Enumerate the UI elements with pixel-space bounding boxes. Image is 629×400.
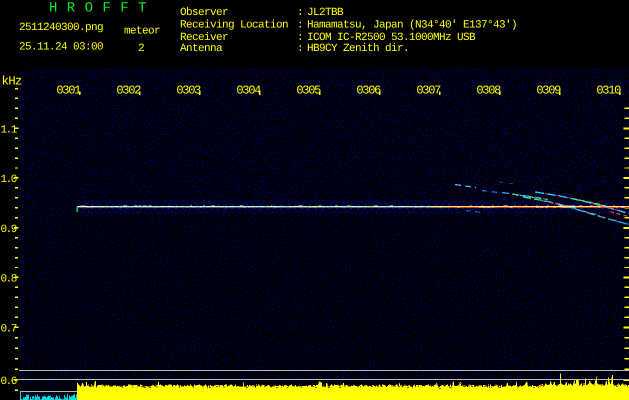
svg-text:0.9: 0.9 xyxy=(1,224,17,236)
svg-text:0307: 0307 xyxy=(416,84,441,98)
svg-text:0.7: 0.7 xyxy=(1,324,17,336)
svg-text:0309: 0309 xyxy=(536,84,561,98)
svg-text:0308: 0308 xyxy=(476,84,501,98)
svg-text:kHz: kHz xyxy=(2,75,22,89)
svg-text:0304: 0304 xyxy=(236,84,261,98)
svg-text:0306: 0306 xyxy=(356,84,381,98)
svg-text:0303: 0303 xyxy=(176,84,201,98)
svg-text::: : xyxy=(297,43,303,55)
svg-text:2: 2 xyxy=(138,43,144,55)
svg-text:1.0: 1.0 xyxy=(1,174,17,186)
svg-text::: : xyxy=(297,7,303,19)
svg-text:0310: 0310 xyxy=(596,84,621,98)
svg-text:JL2TBB: JL2TBB xyxy=(307,7,344,19)
svg-text:0305: 0305 xyxy=(296,84,321,98)
svg-text:25.11.24 03:00: 25.11.24 03:00 xyxy=(19,42,103,54)
svg-text:Antenna: Antenna xyxy=(180,43,223,55)
svg-text:Observer: Observer xyxy=(180,7,228,19)
svg-text:HROFFT: HROFFT xyxy=(49,0,156,16)
svg-text:meteor: meteor xyxy=(124,26,160,38)
svg-text:0.8: 0.8 xyxy=(1,274,17,286)
svg-text::: : xyxy=(297,20,303,32)
svg-text:Receiving Location: Receiving Location xyxy=(180,20,288,32)
svg-text:0.6: 0.6 xyxy=(1,376,17,388)
svg-text:2511240300.png: 2511240300.png xyxy=(19,22,103,34)
svg-text:0301: 0301 xyxy=(56,84,81,98)
svg-text:0302: 0302 xyxy=(116,84,141,98)
svg-text:Hamamatsu, Japan (N34°40' E137: Hamamatsu, Japan (N34°40' E137°43') xyxy=(307,20,517,32)
svg-text:1.1: 1.1 xyxy=(1,125,18,137)
svg-text:HB9CY Zenith dir.: HB9CY Zenith dir. xyxy=(307,43,409,55)
